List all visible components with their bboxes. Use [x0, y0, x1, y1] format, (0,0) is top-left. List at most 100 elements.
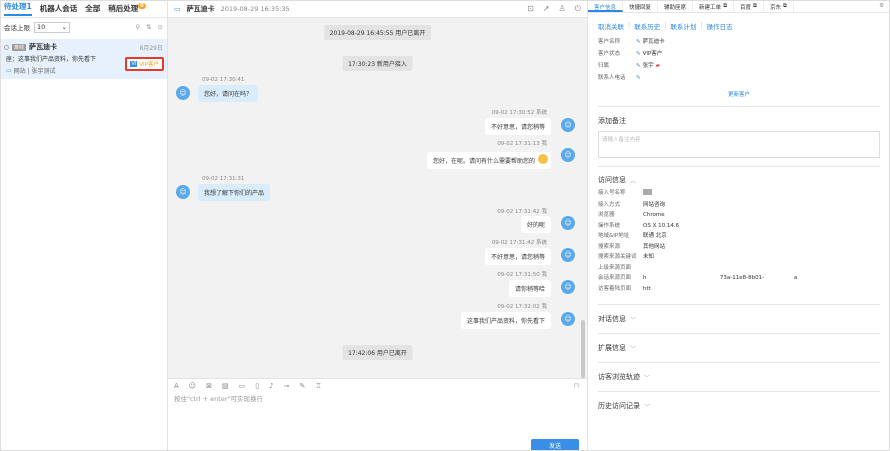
operation-log-link[interactable]: 操作日志: [707, 21, 733, 31]
transfer-icon[interactable]: ↗: [543, 4, 550, 14]
message-meta: 09-02 17:31:42 系统: [491, 240, 547, 246]
field-value: 张宇: [642, 63, 654, 69]
vip-icon: VI: [130, 61, 138, 67]
user-icon[interactable]: ♙: [559, 4, 566, 14]
pencil-icon[interactable]: ✎: [636, 50, 641, 58]
vip-label: VIP客户: [139, 62, 159, 68]
contact-history-link[interactable]: 联系历史: [634, 21, 660, 31]
car-icon: ▰: [655, 63, 660, 69]
pencil-icon[interactable]: ✎: [636, 74, 641, 82]
tab-assist-agent[interactable]: 辅助座席: [658, 0, 694, 12]
customer-fields: 客户名称 ✎ 萨瓦迪卡 客户状态 ✎ VIP客户 归属 ✎ 张宇 ▰ 联系人电话 ✎: [588, 36, 890, 84]
visit-section-header[interactable]: 访问信息 ︿: [588, 175, 890, 185]
contact-plan-link[interactable]: 联系计划: [670, 21, 696, 31]
tab-quick-reply[interactable]: 快捷回复: [623, 0, 659, 12]
lock-icon[interactable]: ⊓: [574, 382, 579, 390]
limit-select[interactable]: 10 ⌄: [34, 21, 70, 33]
history-icon[interactable]: ⊡: [527, 4, 534, 14]
trail-section-header[interactable]: 访客浏览轨迹 ﹀: [588, 372, 890, 382]
tab-customer-info[interactable]: 客户信息: [588, 0, 624, 12]
power-icon[interactable]: ⏻: [575, 4, 581, 14]
settings-icon[interactable]: ⊙: [158, 23, 163, 31]
visit-row: 访客着陆页面 htt: [588, 284, 890, 295]
field-value[interactable]: h 73a-11e8-8b01- a: [643, 274, 797, 283]
visit-row: 接入号名称: [588, 188, 890, 200]
visit-row: 接入方式 网站咨询: [588, 200, 890, 211]
external-link-icon: ⧉: [753, 3, 757, 9]
agent-message: 这事我们产品资料，你先看下: [460, 312, 551, 329]
note-input[interactable]: 请输入备注内容: [598, 131, 880, 158]
tab-baidu[interactable]: 百度 ⧉: [734, 0, 764, 12]
agent-avatar: ☺: [561, 312, 575, 326]
info-tabs: 客户信息 快捷回复 辅助座席 新建工单 ⧉ 百度 ⧉ 京东 ⧉ ⚙: [588, 0, 890, 13]
field-value[interactable]: htt: [643, 285, 651, 294]
divider: [598, 166, 880, 167]
tab-pending[interactable]: 待处理1: [4, 1, 32, 16]
edit-icon[interactable]: ✎: [299, 382, 305, 390]
system-message: 17:42:06 用户已离开: [342, 345, 413, 360]
visit-row: 会话来源页面 h 73a-11e8-8b01- a: [588, 273, 890, 284]
gear-icon[interactable]: ⚙: [873, 0, 890, 12]
send-button[interactable]: 发送: [531, 439, 579, 451]
tab-all[interactable]: 全部: [85, 3, 100, 14]
customer-actions: 取消关联 | 联系历史 | 联系计划 | 操作日志: [598, 21, 733, 31]
robot-icon[interactable]: ♖: [315, 382, 321, 390]
customer-status-row: 客户状态 ✎ VIP客户: [588, 48, 890, 60]
visit-row: 浏览器 Chrome: [588, 210, 890, 221]
tab-robot[interactable]: 机器人会话: [40, 3, 78, 14]
visit-title: 访问信息: [598, 176, 626, 184]
extended-section-header[interactable]: 扩展信息 ﹀: [588, 343, 890, 353]
visitor-avatar: ☺: [176, 185, 190, 199]
bell-icon[interactable]: ♪: [269, 382, 273, 390]
image-icon[interactable]: ▨: [222, 382, 229, 390]
visitor-message: 我想了解下你们的产品: [198, 184, 271, 201]
tab-jd-label: 京东: [769, 5, 781, 11]
update-customer-link[interactable]: 更新客户: [588, 90, 890, 98]
composer-input[interactable]: 按住"ctrl + enter"可实现换行: [168, 393, 587, 403]
conversation-item[interactable]: 离线 萨瓦迪卡 8月29日 座：这事我们产品资料，你先看下 ▭ 网站 | 张宇测…: [0, 39, 167, 79]
chevron-up-icon: ︿: [630, 177, 637, 185]
divider: [598, 333, 880, 334]
search-icon[interactable]: ⚲: [135, 23, 140, 31]
chevron-down-icon: ﹀: [644, 403, 651, 411]
customer-info-pane: 客户信息 快捷回复 辅助座席 新建工单 ⧉ 百度 ⧉ 京东 ⧉ ⚙ 取消关联 | 联系历…: [588, 0, 890, 451]
field-value: 联通 北京: [643, 233, 667, 239]
chevron-down-icon: ﹀: [644, 374, 651, 382]
unlink-link[interactable]: 取消关联: [598, 21, 624, 31]
message-meta: 09-02 17:31:31: [202, 176, 245, 182]
pencil-icon[interactable]: ✎: [636, 38, 641, 46]
field-value: 萨瓦迪卡: [642, 39, 665, 45]
tab-later[interactable]: 稍后处理 0: [108, 3, 146, 14]
field-label: 归属: [598, 63, 610, 69]
clipboard-icon[interactable]: ⊠: [206, 382, 212, 390]
tab-new-ticket[interactable]: 新建工单 ⧉: [693, 0, 734, 12]
field-value: OS X 10.14.6: [643, 222, 680, 229]
emoji-picker-icon[interactable]: ☺: [189, 382, 196, 390]
folder-icon[interactable]: ▭: [239, 382, 246, 390]
field-label: 搜索来源关键词: [598, 254, 637, 260]
chevron-down-icon: ﹀: [630, 316, 637, 324]
agent-message-text: 您好，在呢。请问有什么需要帮助您的: [432, 158, 535, 165]
visit-fields: 接入号名称 接入方式 网站咨询 浏览器 Chrome 操作系统 OS X 10.14.…: [588, 188, 890, 294]
monitor-icon: ▭: [174, 4, 181, 13]
external-link-icon: ⧉: [723, 3, 727, 9]
tab-jd[interactable]: 京东 ⧉: [764, 0, 794, 12]
chat-start-time: 2019-08-29 16:35:35: [220, 4, 290, 13]
field-label: 搜索来源: [598, 243, 621, 250]
file-icon[interactable]: ▯: [255, 382, 259, 390]
history-section-header[interactable]: 历史访问记录 ﹀: [588, 401, 890, 411]
section-title: 历史访问记录: [598, 402, 640, 410]
font-icon[interactable]: A: [174, 382, 179, 390]
agent-message: 好的呢: [520, 216, 551, 233]
chat-scrollbar[interactable]: [581, 320, 585, 378]
agent-message: 不好意思，请您稍等: [484, 118, 551, 135]
link-icon[interactable]: ⊸: [284, 382, 290, 390]
limit-label: 会话上限: [4, 24, 30, 32]
field-value: 其他网站: [643, 243, 666, 250]
agent-message: 不好意思，请您稍等: [484, 248, 551, 265]
limit-value: 10: [37, 23, 46, 31]
filter-icon[interactable]: ⇅: [146, 23, 151, 31]
visit-row: 操作系统 OS X 10.14.6: [588, 221, 890, 232]
pencil-icon[interactable]: ✎: [636, 62, 641, 70]
dialog-section-header[interactable]: 对话信息 ﹀: [588, 314, 890, 324]
